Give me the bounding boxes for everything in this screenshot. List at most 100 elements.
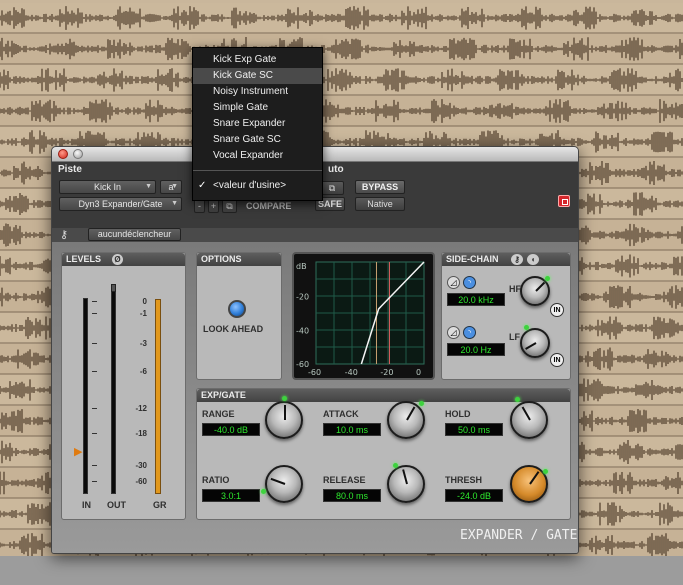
attack-knob[interactable] — [387, 401, 425, 439]
copy-settings-button[interactable]: ⧉ — [222, 199, 237, 213]
factory-default-label: <valeur d'usine> — [213, 180, 287, 191]
release-ring-led — [393, 463, 398, 468]
plugin-body: LEVELS Ø 0 -1 -3 -6 -12 -18 -30 -60 ▶ IN… — [52, 242, 578, 553]
menu-item-preset[interactable]: Noisy Instrument — [193, 84, 322, 100]
lf-label: LF — [509, 332, 520, 342]
native-button[interactable]: Native — [355, 197, 405, 211]
menu-item-factory-default[interactable]: ✓ <valeur d'usine> — [193, 178, 322, 194]
scale-3: -3 — [139, 339, 147, 348]
preset-prev-button[interactable]: - — [194, 199, 205, 213]
hf-filter-off-icon[interactable]: ◿ — [447, 276, 460, 289]
menu-item-preset[interactable]: Snare Expander — [193, 116, 322, 132]
menu-item-preset[interactable]: Vocal Expander — [193, 148, 322, 164]
graph-x-tick: -60 — [308, 368, 321, 377]
plugin-selector[interactable]: Dyn3 Expander/Gate ▼ — [59, 197, 182, 211]
sidechain-title: SIDE-CHAIN ⚷ ◖ — [442, 253, 570, 266]
ratio-knob[interactable] — [265, 465, 303, 503]
chevron-down-icon: ▼ — [171, 200, 178, 207]
lf-filter-on-icon[interactable]: ◝ — [463, 326, 476, 339]
scale-0: 0 — [142, 297, 147, 306]
checkmark-icon: ✓ — [198, 180, 207, 191]
output-clip-indicator — [111, 284, 116, 292]
menu-separator — [193, 170, 322, 171]
hf-in-button[interactable]: IN — [550, 303, 564, 317]
hf-ring-led — [545, 276, 550, 281]
attack-readout[interactable]: 10.0 ms — [323, 423, 381, 436]
look-ahead-label: LOOK AHEAD — [203, 324, 264, 334]
menu-item-preset[interactable]: Simple Gate — [193, 100, 322, 116]
product-logo: EXPANDER / GATE — [460, 528, 578, 543]
hold-readout[interactable]: 50.0 ms — [445, 423, 503, 436]
copy-icon: ⧉ — [226, 201, 233, 211]
output-meter — [111, 287, 116, 494]
menu-item-preset[interactable]: Kick Gate SC — [193, 68, 322, 84]
ratio-ring-led — [261, 489, 266, 494]
options-panel: OPTIONS LOOK AHEAD — [196, 252, 282, 380]
key-listen-icon[interactable]: ⚷ — [511, 254, 523, 265]
levels-title: LEVELS Ø — [62, 253, 185, 266]
scale-30: -30 — [135, 461, 147, 470]
attack-label: ATTACK — [323, 409, 359, 419]
track-selector[interactable]: Kick In ▼ — [59, 180, 156, 194]
plugin-window: Piste uto Kick In ▼ a ▼ Dyn3 Expander/Ga… — [51, 146, 579, 554]
tickmark — [92, 465, 97, 466]
hf-filter-on-icon[interactable]: ◝ — [463, 276, 476, 289]
in-label: IN — [82, 500, 91, 510]
hold-knob[interactable] — [510, 401, 548, 439]
tickmark — [92, 371, 97, 372]
ratio-readout[interactable]: 3.0:1 — [202, 489, 260, 502]
auto-label: uto — [328, 164, 344, 175]
tickmark — [92, 433, 97, 434]
sidechain-panel: SIDE-CHAIN ⚷ ◖ ◿ ◝ 20.0 kHz HF IN ◿ ◝ 20… — [441, 252, 571, 380]
release-knob[interactable] — [387, 465, 425, 503]
preset-menu: Kick Exp Gate Kick Gate SC Noisy Instrum… — [192, 47, 323, 201]
scale-60: -60 — [135, 477, 147, 486]
scale-18: -18 — [135, 429, 147, 438]
compare-button[interactable]: COMPARE — [246, 201, 291, 211]
attack-ring-led — [419, 401, 424, 406]
look-ahead-led[interactable] — [228, 300, 246, 318]
options-title: OPTIONS — [197, 253, 281, 266]
bypass-button[interactable]: BYPASS — [355, 180, 405, 194]
range-readout[interactable]: -40.0 dB — [202, 423, 260, 436]
threshold-marker-icon[interactable]: ▶ — [74, 445, 82, 458]
graph-y-tick: dB — [296, 262, 307, 271]
input-meter — [83, 298, 88, 494]
automation-button[interactable]: ⧉ — [320, 181, 344, 195]
range-knob[interactable] — [265, 401, 303, 439]
lf-knob[interactable] — [520, 328, 550, 358]
ratio-label: RATIO — [202, 475, 230, 485]
plugin-name: Dyn3 Expander/Gate — [78, 199, 163, 209]
hf-readout[interactable]: 20.0 kHz — [447, 293, 505, 306]
tickmark — [92, 481, 97, 482]
key-icon: ⚷ — [60, 229, 69, 241]
close-button[interactable] — [58, 149, 68, 159]
transfer-graph: dB -20 -40 -60 -60 -40 -20 0 — [292, 252, 435, 380]
preset-next-button[interactable]: + — [208, 199, 219, 213]
range-ring-led — [282, 396, 287, 401]
chevron-down-icon: ▼ — [145, 183, 152, 190]
power-icon[interactable] — [558, 195, 570, 207]
hold-ring-led — [515, 397, 520, 402]
graph-x-tick: -20 — [380, 368, 393, 377]
release-readout[interactable]: 80.0 ms — [323, 489, 381, 502]
lf-readout[interactable]: 20.0 Hz — [447, 343, 505, 356]
exp-gate-title: EXP/GATE — [197, 389, 570, 402]
release-label: RELEASE — [323, 475, 366, 485]
scale-6: -6 — [139, 367, 147, 376]
gain-reduction-meter — [155, 299, 161, 494]
range-label: RANGE — [202, 409, 235, 419]
thresh-readout[interactable]: -24.0 dB — [445, 489, 503, 502]
minimize-button[interactable] — [73, 149, 83, 159]
key-input-selector[interactable]: aucundéclencheur — [88, 228, 181, 241]
lf-in-button[interactable]: IN — [550, 353, 564, 367]
graph-x-tick: -40 — [345, 368, 358, 377]
menu-item-preset[interactable]: Kick Exp Gate — [193, 52, 322, 68]
lf-filter-off-icon[interactable]: ◿ — [447, 326, 460, 339]
menu-item-preset[interactable]: Snare Gate SC — [193, 132, 322, 148]
clip-reset-icon[interactable]: Ø — [112, 254, 123, 265]
graph-y-tick: -40 — [296, 326, 309, 335]
automation-icon: ⧉ — [328, 183, 336, 193]
speaker-icon[interactable]: ◖ — [527, 254, 539, 265]
channel-selector[interactable]: a ▼ — [160, 180, 182, 194]
